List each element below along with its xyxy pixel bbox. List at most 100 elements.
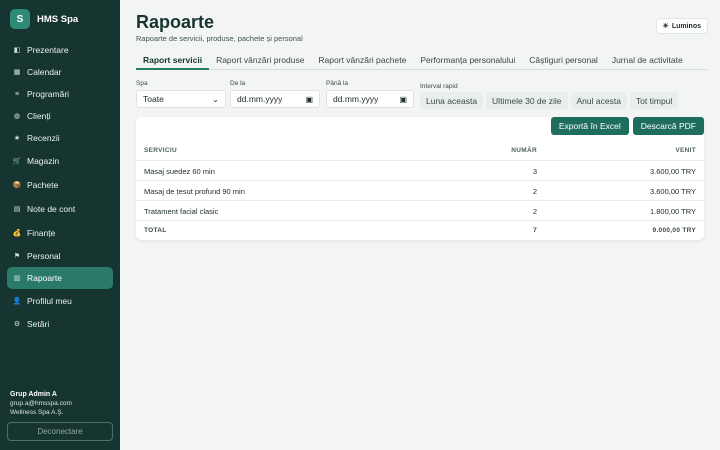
calendar-icon: ▦ bbox=[13, 69, 21, 76]
total-count: 7 bbox=[533, 227, 537, 234]
spa-select[interactable]: Toate ⌄ bbox=[136, 90, 226, 108]
chart-icon: ▥ bbox=[13, 275, 21, 282]
sidebar-item-calendar[interactable]: ▦ Calendar bbox=[7, 61, 113, 83]
sidebar-item-note-de-cont[interactable]: ▤ Note de cont bbox=[7, 197, 113, 221]
tab-performanta-personalului[interactable]: Performanța personalului bbox=[413, 52, 522, 70]
sidebar-item-label: Calendar bbox=[27, 67, 62, 77]
user-name: Grup Admin A bbox=[10, 391, 57, 398]
cell-count: 2 bbox=[532, 187, 537, 196]
sidebar-item-label: Personal bbox=[27, 251, 61, 261]
to-date-placeholder: dd.mm.yyyy bbox=[333, 94, 379, 104]
from-date-placeholder: dd.mm.yyyy bbox=[237, 94, 283, 104]
sidebar-nav: ◧ Prezentare ▦ Calendar ≡ Programări ◍ C… bbox=[7, 39, 113, 335]
flag-icon: ⚑ bbox=[13, 253, 21, 260]
sidebar-item-recenzii[interactable]: ★ Recenzii bbox=[7, 127, 113, 149]
spa-select-value: Toate bbox=[143, 94, 164, 104]
sidebar-item-prezentare[interactable]: ◧ Prezentare bbox=[7, 39, 113, 61]
cell-service: Masaj suedez 60 min bbox=[144, 167, 215, 176]
column-header-revenue[interactable]: VENIT bbox=[675, 147, 696, 154]
quick-range-group: Luna aceasta Ultimele 30 de zile Anul ac… bbox=[420, 92, 679, 109]
quick-range-all-time[interactable]: Tot timpul bbox=[629, 92, 679, 109]
theme-toggle-button[interactable]: ☀ Luminos bbox=[655, 18, 708, 34]
quick-range-last-30-days[interactable]: Ultimele 30 de zile bbox=[486, 92, 568, 109]
tab-raport-vanzari-produse[interactable]: Raport vânzări produse bbox=[209, 52, 311, 70]
calendar-icon[interactable]: ▣ bbox=[399, 95, 407, 104]
user-info: Grup Admin A grup.a@hmsspa.com Wellness … bbox=[10, 390, 72, 417]
sidebar-item-label: Note de cont bbox=[27, 204, 76, 214]
sidebar-item-finante[interactable]: 💰 Finanțe bbox=[7, 221, 113, 245]
layout-icon: ◧ bbox=[13, 47, 21, 54]
filters: Spa Toate ⌄ De la dd.mm.yyyy ▣ Până la d… bbox=[136, 78, 708, 110]
package-icon: 📦 bbox=[12, 182, 22, 189]
table-total-row: TOTAL 7 9.000,00 TRY bbox=[136, 220, 704, 240]
table-row[interactable]: Tratament facial clasic 2 1.800,00 TRY bbox=[136, 200, 704, 220]
tab-jurnal-de-activitate[interactable]: Jurnal de activitate bbox=[605, 52, 690, 70]
chevron-down-icon: ⌄ bbox=[212, 94, 219, 104]
export-excel-button[interactable]: Exportă în Excel bbox=[550, 117, 629, 135]
sidebar-item-pachete[interactable]: 📦 Pachete bbox=[7, 173, 113, 197]
sidebar-item-label: Prezentare bbox=[27, 45, 69, 55]
sidebar-item-label: Profilul meu bbox=[27, 296, 72, 306]
list-icon: ≡ bbox=[14, 90, 20, 98]
sidebar-item-label: Clienți bbox=[27, 111, 51, 121]
cart-icon: 🛒 bbox=[12, 158, 22, 165]
column-header-service[interactable]: SERVICIU bbox=[144, 147, 177, 154]
sidebar-item-clienti[interactable]: ◍ Clienți bbox=[7, 105, 113, 127]
table-header: SERVICIU NUMĂR VENIT bbox=[136, 141, 704, 158]
spa-label: Spa bbox=[136, 80, 148, 87]
table-row[interactable]: Masaj de țesut profund 90 min 2 3.600,00… bbox=[136, 180, 704, 200]
cell-service: Tratament facial clasic bbox=[144, 207, 219, 216]
tab-castiguri-personal[interactable]: Câștiguri personal bbox=[522, 52, 605, 70]
person-icon: 👤 bbox=[12, 298, 22, 305]
sidebar-item-label: Setări bbox=[27, 319, 50, 329]
sidebar: S HMS Spa ◧ Prezentare ▦ Calendar ≡ Prog… bbox=[0, 0, 120, 450]
brand-logo: S bbox=[10, 9, 30, 29]
theme-label: Luminos bbox=[671, 22, 701, 30]
page-subtitle: Rapoarte de servicii, produse, pachete ș… bbox=[136, 34, 303, 43]
cell-count: 2 bbox=[532, 207, 537, 216]
sidebar-item-rapoarte[interactable]: ▥ Rapoarte bbox=[7, 267, 113, 289]
report-tabs: Raport servicii Raport vânzări produse R… bbox=[136, 52, 708, 70]
report-card: Exportă în Excel Descarcă PDF SERVICIU N… bbox=[136, 117, 704, 240]
quick-range-this-month[interactable]: Luna aceasta bbox=[420, 92, 484, 109]
sidebar-item-magazin[interactable]: 🛒 Magazin bbox=[7, 149, 113, 173]
total-label: TOTAL bbox=[144, 227, 167, 234]
cell-revenue: 3.600,00 TRY bbox=[649, 187, 696, 196]
logout-button[interactable]: Deconectare bbox=[7, 422, 113, 441]
sidebar-item-profilul-meu[interactable]: 👤 Profilul meu bbox=[7, 289, 113, 313]
brand-name: HMS Spa bbox=[37, 13, 79, 25]
sidebar-item-label: Pachete bbox=[27, 180, 59, 190]
sidebar-item-label: Programări bbox=[27, 89, 70, 99]
cell-service: Masaj de țesut profund 90 min bbox=[144, 187, 245, 196]
sidebar-item-label: Recenzii bbox=[27, 133, 60, 143]
sun-icon: ☀ bbox=[662, 23, 669, 30]
user-circle-icon: ◍ bbox=[13, 113, 21, 120]
sidebar-item-label: Magazin bbox=[27, 156, 60, 166]
table-row[interactable]: Masaj suedez 60 min 3 3.600,00 TRY bbox=[136, 160, 704, 180]
money-bag-icon: 💰 bbox=[12, 230, 22, 237]
sidebar-item-label: Rapoarte bbox=[27, 273, 62, 283]
cell-count: 3 bbox=[532, 167, 537, 176]
tab-raport-vanzari-pachete[interactable]: Raport vânzări pachete bbox=[311, 52, 413, 70]
total-revenue: 9.000,00 TRY bbox=[652, 227, 696, 234]
report-actions: Exportă în Excel Descarcă PDF bbox=[550, 117, 704, 135]
column-header-count[interactable]: NUMĂR bbox=[511, 147, 537, 154]
star-icon: ★ bbox=[13, 135, 21, 142]
sidebar-item-programari[interactable]: ≡ Programări bbox=[7, 83, 113, 105]
brand[interactable]: S HMS Spa bbox=[10, 9, 78, 29]
calendar-icon[interactable]: ▣ bbox=[305, 95, 313, 104]
to-date-input[interactable]: dd.mm.yyyy ▣ bbox=[326, 90, 414, 108]
quick-range-label: Interval rapid bbox=[420, 83, 458, 90]
sidebar-item-setari[interactable]: ⚙ Setări bbox=[7, 313, 113, 335]
from-label: De la bbox=[230, 80, 246, 87]
sidebar-item-personal[interactable]: ⚑ Personal bbox=[7, 245, 113, 267]
to-label: Până la bbox=[326, 80, 349, 87]
quick-range-this-year[interactable]: Anul acesta bbox=[570, 92, 627, 109]
from-date-input[interactable]: dd.mm.yyyy ▣ bbox=[230, 90, 320, 108]
sidebar-item-label: Finanțe bbox=[27, 228, 56, 238]
download-pdf-button[interactable]: Descarcă PDF bbox=[632, 117, 704, 135]
gear-icon: ⚙ bbox=[13, 321, 21, 328]
tab-raport-servicii[interactable]: Raport servicii bbox=[136, 52, 210, 70]
user-company: Wellness Spa A.Ş. bbox=[10, 409, 64, 416]
cell-revenue: 3.600,00 TRY bbox=[649, 167, 696, 176]
